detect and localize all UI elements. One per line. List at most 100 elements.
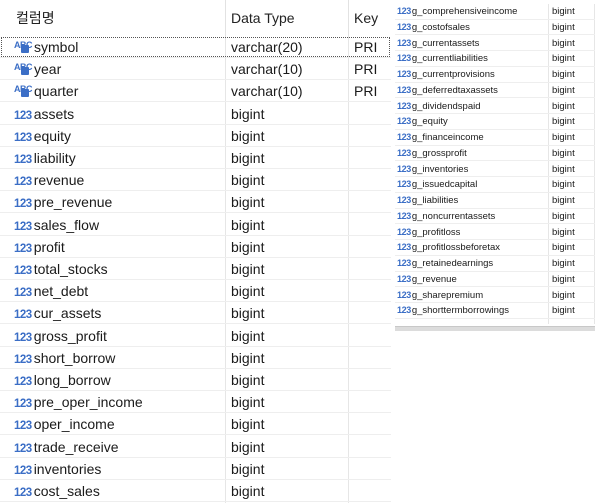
data-type-cell[interactable]: bigint — [231, 214, 264, 236]
table-row[interactable]: 123g_retainedearnings bigint — [395, 256, 595, 272]
data-type-cell[interactable]: bigint — [552, 209, 575, 224]
data-type-cell[interactable]: bigint — [552, 240, 575, 255]
table-row[interactable]: 123g_costofsales bigint — [395, 20, 595, 36]
table-row[interactable]: 123g_profitloss bigint — [395, 225, 595, 241]
horizontal-scrollbar[interactable] — [395, 326, 595, 331]
column-name-cell[interactable]: 123g_noncurrentassets — [397, 209, 495, 224]
data-type-cell[interactable]: bigint — [552, 99, 575, 114]
column-name-cell[interactable]: 123g_profitlossbeforetax — [397, 240, 500, 255]
column-name-cell[interactable]: 123 short_borrow — [14, 347, 115, 369]
header-key[interactable]: Key — [354, 0, 378, 36]
column-name-cell[interactable]: 123g_inventories — [397, 162, 468, 177]
table-row[interactable]: 123g_financeincome bigint — [395, 130, 595, 146]
column-name-cell[interactable]: 123 cost_sales — [14, 480, 100, 502]
column-name-cell[interactable]: 123g_profitloss — [397, 225, 460, 240]
data-type-cell[interactable]: bigint — [231, 480, 264, 502]
data-type-cell[interactable]: bigint — [231, 191, 264, 213]
column-name-cell[interactable]: ABCsymbol — [14, 36, 78, 58]
table-row[interactable]: 123g_profitlossbeforetax bigint — [395, 240, 595, 256]
column-name-cell[interactable]: 123 revenue — [14, 169, 84, 191]
column-name-cell[interactable]: 123g_financeincome — [397, 130, 484, 145]
table-row[interactable]: 123 revenue bigint — [0, 169, 391, 192]
key-cell[interactable]: PRI — [354, 80, 377, 102]
header-divider[interactable] — [225, 0, 226, 36]
table-row[interactable]: 123 equity bigint — [0, 125, 391, 147]
table-row[interactable]: 123 long_borrow bigint — [0, 369, 391, 391]
header-divider[interactable] — [348, 0, 349, 36]
column-name-cell[interactable]: 123g_costofsales — [397, 20, 470, 35]
column-name-cell[interactable]: 123 net_debt — [14, 280, 88, 302]
data-type-cell[interactable]: varchar(10) — [231, 58, 303, 80]
table-row[interactable]: ABCsymbol varchar(20) PRI — [0, 36, 391, 58]
table-row[interactable]: 123 gross_profit bigint — [0, 325, 391, 347]
table-row[interactable]: ABCyear varchar(10) PRI — [0, 58, 391, 81]
column-name-cell[interactable]: 123g_liabilities — [397, 193, 458, 208]
column-name-cell[interactable]: 123g_sharepremium — [397, 288, 483, 303]
data-type-cell[interactable]: bigint — [231, 169, 264, 191]
table-row[interactable]: 123g_currentliabilities bigint — [395, 51, 595, 67]
column-name-cell[interactable]: 123 pre_oper_income — [14, 391, 143, 413]
data-type-cell[interactable]: bigint — [231, 325, 264, 347]
table-row[interactable]: 123 liability bigint — [0, 147, 391, 169]
table-row[interactable]: 123 net_debt bigint — [0, 280, 391, 303]
column-name-cell[interactable]: 123g_currentprovisions — [397, 67, 495, 82]
column-name-cell[interactable]: 123g_deferredtaxassets — [397, 83, 498, 98]
table-row[interactable]: ABCquarter varchar(10) PRI — [0, 80, 391, 103]
column-name-cell[interactable]: 123 liability — [14, 147, 76, 169]
column-name-cell[interactable]: 123 profit — [14, 236, 65, 258]
data-type-cell[interactable]: bigint — [231, 103, 264, 125]
column-name-cell[interactable]: 123 long_borrow — [14, 369, 111, 391]
data-type-cell[interactable]: bigint — [552, 67, 575, 82]
data-type-cell[interactable]: bigint — [552, 288, 575, 303]
table-row[interactable]: 123 inventories bigint — [0, 458, 391, 480]
table-row[interactable]: 123g_revenue bigint — [395, 272, 595, 288]
data-type-cell[interactable]: bigint — [552, 225, 575, 240]
column-name-cell[interactable]: 123g_comprehensiveincome — [397, 4, 517, 19]
data-type-cell[interactable]: bigint — [231, 125, 264, 147]
table-row[interactable]: 123 pre_revenue bigint — [0, 191, 391, 214]
column-name-cell[interactable]: 123g_issuedcapital — [397, 177, 477, 192]
table-row[interactable]: 123g_currentassets bigint — [395, 36, 595, 52]
column-name-cell[interactable]: 123 equity — [14, 125, 71, 147]
data-type-cell[interactable]: bigint — [231, 369, 264, 391]
data-type-cell[interactable]: bigint — [552, 36, 575, 51]
column-name-cell[interactable]: 123g_grossprofit — [397, 146, 467, 161]
table-row[interactable]: 123g_comprehensiveincome bigint — [395, 4, 595, 20]
data-type-cell[interactable]: bigint — [231, 458, 264, 480]
header-column-name[interactable]: 컬럼명 — [16, 0, 55, 36]
data-type-cell[interactable]: bigint — [552, 177, 575, 192]
data-type-cell[interactable]: bigint — [552, 130, 575, 145]
data-type-cell[interactable]: bigint — [231, 258, 264, 280]
data-type-cell[interactable]: bigint — [552, 303, 575, 318]
table-row[interactable]: 123 cost_sales bigint — [0, 480, 391, 502]
table-row[interactable]: 123g_shorttermborrowings bigint — [395, 303, 595, 319]
table-row[interactable]: 123 oper_income bigint — [0, 413, 391, 436]
data-type-cell[interactable]: bigint — [231, 147, 264, 169]
table-row[interactable]: 123g_equity bigint — [395, 114, 595, 130]
key-cell[interactable]: PRI — [354, 36, 377, 58]
table-row[interactable]: 123 sales_flow bigint — [0, 214, 391, 236]
data-type-cell[interactable]: bigint — [552, 83, 575, 98]
table-row[interactable]: 123 short_borrow bigint — [0, 347, 391, 369]
column-name-cell[interactable]: 123g_currentliabilities — [397, 51, 488, 66]
column-name-cell[interactable]: 123g_dividendspaid — [397, 99, 481, 114]
column-name-cell[interactable]: 123g_equity — [397, 114, 448, 129]
column-name-cell[interactable]: 123 trade_receive — [14, 436, 119, 458]
table-row[interactable]: 123g_currentprovisions bigint — [395, 67, 595, 83]
data-type-cell[interactable]: bigint — [231, 436, 264, 458]
table-row[interactable]: 123g_grossprofit bigint — [395, 146, 595, 162]
column-name-cell[interactable]: 123 cur_assets — [14, 302, 101, 324]
column-name-cell[interactable]: ABCyear — [14, 58, 61, 80]
data-type-cell[interactable]: bigint — [231, 280, 264, 302]
table-row[interactable]: 123g_issuedcapital bigint — [395, 177, 595, 193]
table-row[interactable]: 123g_liabilities bigint — [395, 193, 595, 209]
column-name-cell[interactable]: 123 sales_flow — [14, 214, 99, 236]
data-type-cell[interactable]: bigint — [552, 4, 575, 19]
table-row[interactable]: 123 pre_oper_income bigint — [0, 391, 391, 414]
column-name-cell[interactable]: 123 assets — [14, 103, 74, 125]
column-name-cell[interactable]: ABCquarter — [14, 80, 78, 102]
data-type-cell[interactable]: bigint — [552, 20, 575, 35]
column-name-cell[interactable]: 123 inventories — [14, 458, 101, 480]
table-row[interactable]: 123g_noncurrentassets bigint — [395, 209, 595, 225]
data-type-cell[interactable]: bigint — [552, 272, 575, 287]
